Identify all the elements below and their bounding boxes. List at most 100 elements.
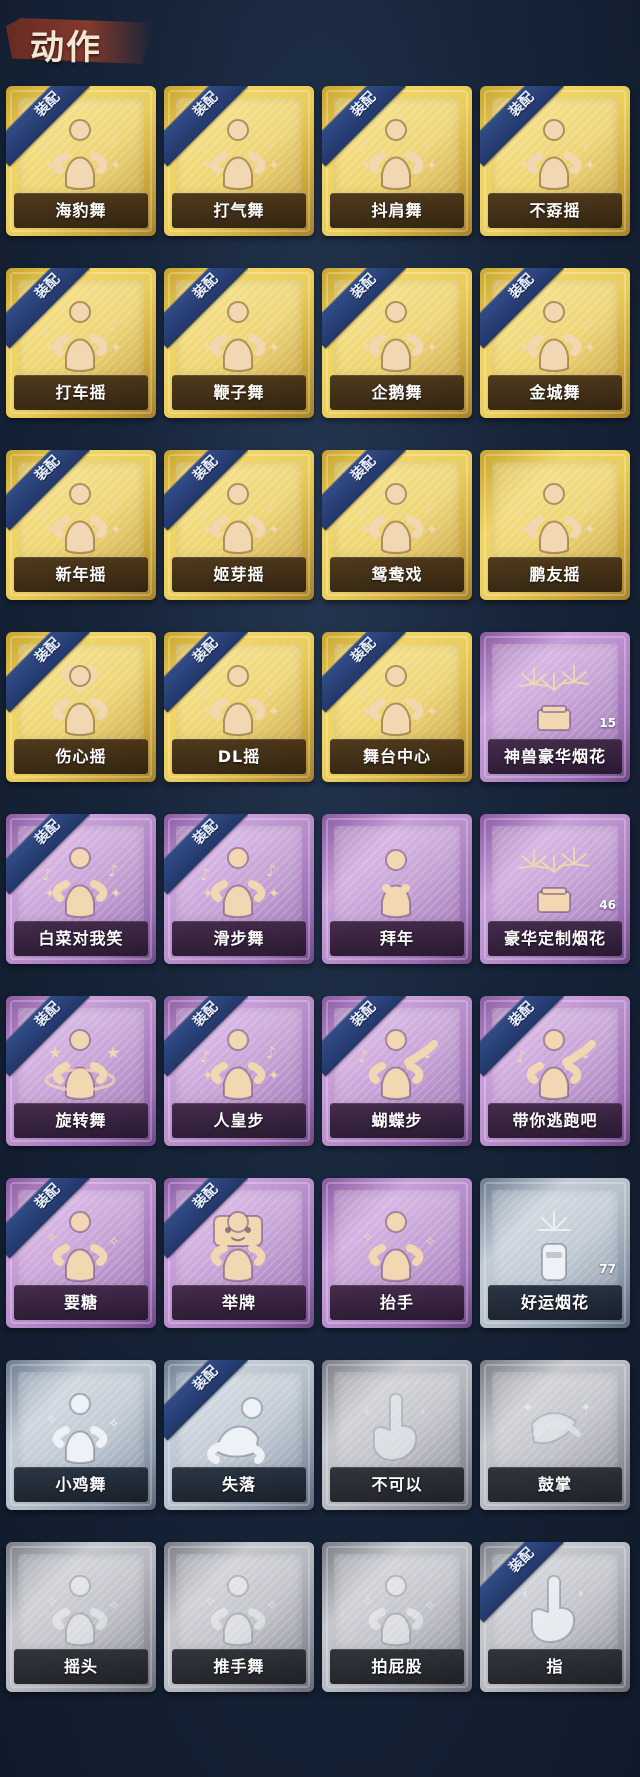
emote-label: 白菜对我笑	[38, 929, 124, 948]
svg-text:›: ›	[578, 1586, 584, 1602]
svg-text:♪: ♪	[266, 861, 276, 880]
emote-card[interactable]: 失落 装配	[164, 1360, 314, 1510]
emote-label: 神兽豪华烟花	[503, 747, 606, 766]
emote-label: 金城舞	[529, 383, 581, 402]
svg-text:♪: ♪	[582, 497, 592, 516]
cheer-dance-icon: ♪ ♪ ✦ ✦	[188, 108, 288, 194]
emote-card[interactable]: ♪ ♪ ✦ ✦ 舞台中心 装配	[322, 632, 472, 782]
svg-text:♪: ♪	[424, 497, 434, 516]
svg-text:♪: ♪	[108, 315, 118, 334]
emote-card[interactable]: ♪ ♪ ✦ ✦ DL摇 装配	[164, 632, 314, 782]
emote-label: 舞台中心	[362, 747, 431, 766]
svg-text:✦: ✦	[110, 340, 122, 356]
svg-text:♪: ♪	[516, 319, 526, 338]
svg-text:✧: ✧	[424, 1598, 436, 1614]
emote-card[interactable]: 46 豪华定制烟花	[480, 814, 630, 964]
emote-label: 拜年	[379, 929, 414, 948]
svg-text:✦: ✦	[268, 522, 280, 538]
item-count: 15	[599, 716, 616, 730]
svg-text:♪: ♪	[266, 315, 276, 334]
emote-label: 拍屁股	[371, 1657, 423, 1676]
svg-text:✦: ✦	[584, 158, 596, 174]
emote-card[interactable]: 拜年	[322, 814, 472, 964]
emote-card[interactable]: ✧ ✧ 要糖 装配	[6, 1178, 156, 1328]
dance-icon: ♪ ♪ ✦ ✦	[504, 290, 604, 376]
dance-icon: ♪ ♪ ✦ ✦	[188, 1018, 288, 1104]
finger-wag-icon: ‹ ›	[346, 1382, 446, 1468]
emote-card[interactable]: ♪ ♪ ✦ ✦ 不孬摇 装配	[480, 86, 630, 236]
emote-card[interactable]: ♪ ♪ ✦ ✦ 滑步舞 装配	[164, 814, 314, 964]
emote-label: 豪华定制烟花	[503, 929, 606, 948]
svg-text:♡: ♡	[44, 714, 57, 730]
emote-card[interactable]: ★ ★ 旋转舞 装配	[6, 996, 156, 1146]
emote-card[interactable]: ♪ ♪ ✦ ✦ 抖肩舞 装配	[322, 86, 472, 236]
svg-text:♪: ♪	[200, 501, 210, 520]
emote-label: 新年摇	[55, 565, 107, 584]
emote-card[interactable]: ‹ › 不可以	[322, 1360, 472, 1510]
emote-card[interactable]: ♪ ♪ ✦ ✦ 鹏友摇	[480, 450, 630, 600]
emote-label: 好运烟花	[520, 1293, 589, 1312]
emote-card[interactable]: ♪ ♪ ✦ ✦ 姬芽摇 装配	[164, 450, 314, 600]
emote-card[interactable]: ♪ ♪ ✦ ✦ 企鹅舞 装配	[322, 268, 472, 418]
svg-text:♪: ♪	[582, 1043, 592, 1062]
svg-text:✦: ✦	[360, 158, 372, 174]
emote-card[interactable]: ♪ ♪ ✦ ✦ 鸳鸯戏 装配	[322, 450, 472, 600]
svg-text:✦: ✦	[202, 886, 214, 902]
svg-text:♪: ♪	[108, 497, 118, 516]
emote-card[interactable]: ✧ ✧ 抬手	[322, 1178, 472, 1328]
svg-text:✦: ✦	[202, 522, 214, 538]
svg-text:♪: ♪	[108, 861, 118, 880]
svg-text:✦: ✦	[518, 340, 530, 356]
emote-card[interactable]: ♪ ♪ 蝴蝶步 装配	[322, 996, 472, 1146]
emote-card[interactable]: ♪ ♪ ✦ ✦ 打车摇 装配	[6, 268, 156, 418]
emote-card[interactable]: ‹ › 指装配	[480, 1542, 630, 1692]
svg-text:♪: ♪	[42, 865, 52, 884]
svg-text:✧: ✧	[362, 1594, 374, 1610]
emote-card[interactable]: ♪ ♪ ✦ ✦ 海豹舞 装配	[6, 86, 156, 236]
emote-card[interactable]: ♪ ♪ ✦ ✦ 人皇步 装配	[164, 996, 314, 1146]
emote-card[interactable]: ✧ ✧ 摇头	[6, 1542, 156, 1692]
svg-text:♪: ♪	[42, 319, 52, 338]
svg-text:♪: ♪	[200, 319, 210, 338]
svg-text:›: ›	[420, 1404, 426, 1420]
emote-card[interactable]: ✧ ✧ 推手舞	[164, 1542, 314, 1692]
svg-text:✦: ✦	[580, 1400, 592, 1416]
chicken-dance-icon: ✧ ✧	[30, 1382, 130, 1468]
emote-card[interactable]: ♪ ♪ ✦ ✦ 打气舞 装配	[164, 86, 314, 236]
svg-text:♪: ♪	[42, 137, 52, 156]
bow-icon	[346, 836, 446, 922]
emote-card[interactable]: ♪ ♪ ✦ ✦ 白菜对我笑 装配	[6, 814, 156, 964]
emote-label: 小鸡舞	[55, 1475, 107, 1494]
svg-text:✦: ✦	[268, 158, 280, 174]
svg-text:✦: ✦	[44, 340, 56, 356]
svg-text:✦: ✦	[202, 704, 214, 720]
emote-card[interactable]: ✧ ✧ 拍屁股	[322, 1542, 472, 1692]
emote-card[interactable]: ♪ ♪ ✦ ✦ 鞭子舞 装配	[164, 268, 314, 418]
svg-text:♪: ♪	[42, 501, 52, 520]
emote-label: 推手舞	[213, 1657, 265, 1676]
emote-card[interactable]: ✧ ✧ 小鸡舞	[6, 1360, 156, 1510]
emote-card[interactable]: ♪ ♪ ✦ ✦ 金城舞 装配	[480, 268, 630, 418]
item-count: 46	[599, 898, 616, 912]
item-count: 77	[599, 1262, 616, 1276]
svg-text:✦: ✦	[268, 886, 280, 902]
raise-hand-icon: ✧ ✧	[346, 1200, 446, 1286]
emote-card[interactable]: 77 好运烟花	[480, 1178, 630, 1328]
emote-card[interactable]: ♡ 伤心摇 装配	[6, 632, 156, 782]
svg-text:♪: ♪	[358, 501, 368, 520]
svg-text:♪: ♪	[200, 683, 210, 702]
dance-icon: ♪ ♪ ✦ ✦	[188, 654, 288, 740]
emote-card[interactable]: 15 神兽豪华烟花	[480, 632, 630, 782]
firecracker-icon	[504, 1200, 604, 1286]
emote-label: 鸳鸯戏	[371, 565, 423, 584]
svg-text:✧: ✧	[108, 1234, 120, 1250]
svg-text:✦: ✦	[426, 158, 438, 174]
kneel-icon	[188, 1382, 288, 1468]
emote-card[interactable]: 举牌 装配	[164, 1178, 314, 1328]
emote-card[interactable]: ♪ ♪ ✦ ✦ 新年摇 装配	[6, 450, 156, 600]
emote-card[interactable]: ♪ ♪ 带你逃跑吧 装配	[480, 996, 630, 1146]
svg-text:♪: ♪	[582, 315, 592, 334]
fireworks-icon	[504, 654, 604, 740]
emote-card[interactable]: ✦ ✦ 鼓掌	[480, 1360, 630, 1510]
emote-label: 蝴蝶步	[371, 1111, 423, 1130]
